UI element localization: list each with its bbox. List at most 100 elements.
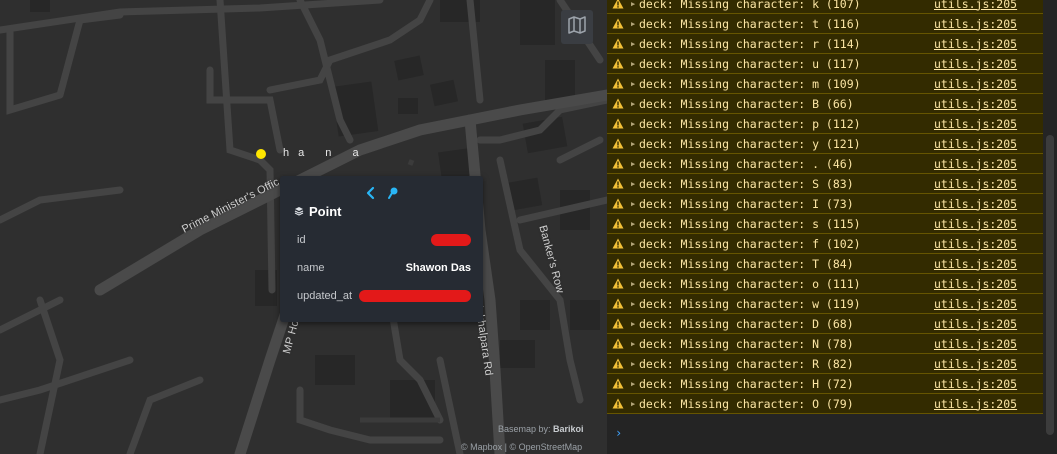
console-warning-row[interactable]: ▶ deck: Missing character: s (115) utils.j… — [607, 214, 1043, 234]
console-warning-row[interactable]: ▶ deck: Missing character: D (68) utils.js… — [607, 314, 1043, 334]
warning-icon — [612, 278, 626, 289]
warning-icon — [612, 238, 626, 249]
warning-icon — [612, 378, 626, 389]
map-credits[interactable]: © Mapbox | © OpenStreetMap — [461, 442, 582, 452]
console-source-link[interactable]: utils.js:205 — [934, 317, 1017, 331]
warning-icon — [612, 118, 626, 129]
console-source-link[interactable]: utils.js:205 — [934, 217, 1017, 231]
warning-icon — [612, 0, 626, 9]
console-warning-row[interactable]: ▶ deck: Missing character: k (107) utils.j… — [607, 0, 1043, 14]
console-warning-row[interactable]: ▶ deck: Missing character: T (84) utils.js… — [607, 254, 1043, 274]
chevron-left-icon[interactable] — [365, 186, 377, 202]
expand-caret-icon[interactable]: ▶ — [631, 260, 639, 268]
console-warning-row[interactable]: ▶ deck: Missing character: w (119) utils.j… — [607, 294, 1043, 314]
warning-icon — [612, 18, 626, 29]
console-warning-row[interactable]: ▶ deck: Missing character: H (72) utils.js… — [607, 374, 1043, 394]
console-source-link[interactable]: utils.js:205 — [934, 177, 1017, 191]
console-source-link[interactable]: utils.js:205 — [934, 257, 1017, 271]
console-source-link[interactable]: utils.js:205 — [934, 297, 1017, 311]
console-source-link[interactable]: utils.js:205 — [934, 197, 1017, 211]
map-style-toggle-button[interactable] — [561, 10, 593, 44]
map-point-marker[interactable] — [256, 149, 266, 159]
console-warning-row[interactable]: ▶ deck: Missing character: p (112) utils.j… — [607, 114, 1043, 134]
basemap-name[interactable]: Barikoi — [553, 424, 584, 434]
console-message: deck: Missing character: t (116) — [639, 16, 861, 31]
expand-caret-icon[interactable]: ▶ — [631, 240, 639, 248]
console-prompt[interactable]: › — [615, 426, 622, 440]
popup-key: id — [297, 234, 306, 246]
console-source-link[interactable]: utils.js:205 — [934, 117, 1017, 131]
console-warning-row[interactable]: ▶ deck: Missing character: t (116) utils.j… — [607, 14, 1043, 34]
map-icon — [567, 15, 587, 40]
expand-caret-icon[interactable]: ▶ — [631, 100, 639, 108]
redaction-mark — [359, 290, 471, 302]
console-warning-row[interactable]: ▶ deck: Missing character: . (46) utils.js… — [607, 154, 1043, 174]
console-warning-row[interactable]: ▶ deck: Missing character: S (83) utils.js… — [607, 174, 1043, 194]
console-message: deck: Missing character: . (46) — [639, 156, 854, 171]
console-warning-row[interactable]: ▶ deck: Missing character: N (78) utils.js… — [607, 334, 1043, 354]
console-warning-row[interactable]: ▶ deck: Missing character: m (109) utils.j… — [607, 74, 1043, 94]
console-source-link[interactable]: utils.js:205 — [934, 137, 1017, 151]
console-warning-row[interactable]: ▶ deck: Missing character: o (111) utils.j… — [607, 274, 1043, 294]
console-message: deck: Missing character: T (84) — [639, 256, 854, 271]
console-source-link[interactable]: utils.js:205 — [934, 277, 1017, 291]
console-source-link[interactable]: utils.js:205 — [934, 97, 1017, 111]
console-warning-row[interactable]: ▶ deck: Missing character: f (102) utils.j… — [607, 234, 1043, 254]
console-message: deck: Missing character: o (111) — [639, 276, 861, 291]
console-message: deck: Missing character: B (66) — [639, 96, 854, 111]
console-message: deck: Missing character: R (82) — [639, 356, 854, 371]
expand-caret-icon[interactable]: ▶ — [631, 200, 639, 208]
warning-icon — [612, 218, 626, 229]
console-warning-row[interactable]: ▶ deck: Missing character: O (79) utils.js… — [607, 394, 1043, 414]
console-warning-row[interactable]: ▶ deck: Missing character: r (114) utils.j… — [607, 34, 1043, 54]
console-source-link[interactable]: utils.js:205 — [934, 237, 1017, 251]
console-source-link[interactable]: utils.js:205 — [934, 0, 1017, 11]
console-source-link[interactable]: utils.js:205 — [934, 17, 1017, 31]
expand-caret-icon[interactable]: ▶ — [631, 400, 639, 408]
console-message: deck: Missing character: r (114) — [639, 36, 861, 51]
popup-row-id: id — [297, 232, 471, 248]
popup-row-name: name Shawon Das — [297, 260, 471, 276]
console-source-link[interactable]: utils.js:205 — [934, 57, 1017, 71]
expand-caret-icon[interactable]: ▶ — [631, 180, 639, 188]
console-source-link[interactable]: utils.js:205 — [934, 397, 1017, 411]
expand-caret-icon[interactable]: ▶ — [631, 120, 639, 128]
warning-icon — [612, 398, 626, 409]
console-message: deck: Missing character: p (112) — [639, 116, 861, 131]
expand-caret-icon[interactable]: ▶ — [631, 300, 639, 308]
console-source-link[interactable]: utils.js:205 — [934, 377, 1017, 391]
expand-caret-icon[interactable]: ▶ — [631, 160, 639, 168]
redaction-mark — [431, 234, 471, 246]
pin-icon[interactable] — [387, 186, 399, 202]
console-warning-row[interactable]: ▶ deck: Missing character: R (82) utils.js… — [607, 354, 1043, 374]
console-source-link[interactable]: utils.js:205 — [934, 77, 1017, 91]
console-scrollbar-thumb[interactable] — [1046, 135, 1054, 435]
expand-caret-icon[interactable]: ▶ — [631, 320, 639, 328]
console-source-link[interactable]: utils.js:205 — [934, 357, 1017, 371]
map-view[interactable]: Prime Minister's Offic Banker's Row W Na… — [0, 0, 607, 454]
console-message: deck: Missing character: O (79) — [639, 396, 854, 411]
console-warning-row[interactable]: ▶ deck: Missing character: y (121) utils.j… — [607, 134, 1043, 154]
expand-caret-icon[interactable]: ▶ — [631, 220, 639, 228]
console-source-link[interactable]: utils.js:205 — [934, 37, 1017, 51]
expand-caret-icon[interactable]: ▶ — [631, 280, 639, 288]
expand-caret-icon[interactable]: ▶ — [631, 60, 639, 68]
expand-caret-icon[interactable]: ▶ — [631, 340, 639, 348]
expand-caret-icon[interactable]: ▶ — [631, 80, 639, 88]
warning-icon — [612, 138, 626, 149]
warning-icon — [612, 58, 626, 69]
warning-icon — [612, 358, 626, 369]
expand-caret-icon[interactable]: ▶ — [631, 360, 639, 368]
expand-caret-icon[interactable]: ▶ — [631, 140, 639, 148]
console-source-link[interactable]: utils.js:205 — [934, 337, 1017, 351]
expand-caret-icon[interactable]: ▶ — [631, 40, 639, 48]
console-warning-row[interactable]: ▶ deck: Missing character: B (66) utils.js… — [607, 94, 1043, 114]
expand-caret-icon[interactable]: ▶ — [631, 0, 639, 8]
console-message: deck: Missing character: w (119) — [639, 296, 861, 311]
warning-icon — [612, 258, 626, 269]
expand-caret-icon[interactable]: ▶ — [631, 20, 639, 28]
console-warning-row[interactable]: ▶ deck: Missing character: I (73) utils.js… — [607, 194, 1043, 214]
console-warning-row[interactable]: ▶ deck: Missing character: u (117) utils.j… — [607, 54, 1043, 74]
expand-caret-icon[interactable]: ▶ — [631, 380, 639, 388]
console-source-link[interactable]: utils.js:205 — [934, 157, 1017, 171]
